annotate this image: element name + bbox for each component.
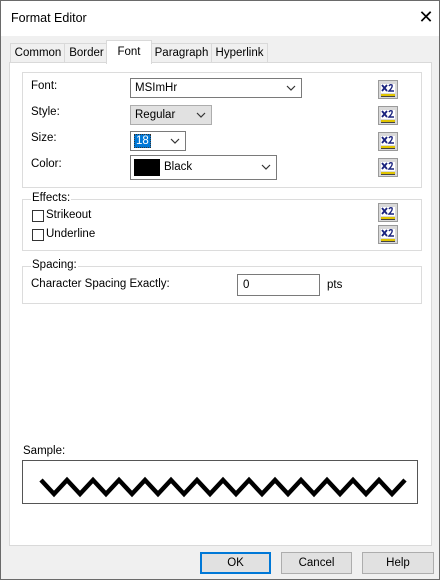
color-formula-button[interactable] xyxy=(378,158,398,177)
cancel-button[interactable]: Cancel xyxy=(281,552,352,574)
spacing-title: Spacing: xyxy=(31,259,78,271)
style-label: Style: xyxy=(31,106,60,118)
effects-group xyxy=(22,199,422,251)
color-dropdown[interactable]: Black xyxy=(130,155,277,180)
tab-hyperlink[interactable]: Hyperlink xyxy=(211,43,268,63)
style-formula-button[interactable] xyxy=(378,106,398,125)
formula-icon xyxy=(381,83,395,97)
ok-button[interactable]: OK xyxy=(200,552,271,574)
spacing-unit: pts xyxy=(327,279,343,291)
tab-font-label: Font xyxy=(117,46,141,58)
chevron-down-icon xyxy=(261,164,271,170)
formula-icon xyxy=(381,206,395,220)
close-icon: ✕ xyxy=(418,7,434,27)
window-title: Format Editor xyxy=(11,11,87,25)
tab-common[interactable]: Common xyxy=(10,43,66,63)
size-value: 18 xyxy=(134,134,151,148)
char-spacing-input[interactable]: 0 xyxy=(237,274,320,296)
size-formula-button[interactable] xyxy=(378,132,398,151)
font-dropdown[interactable]: MSImHr xyxy=(130,78,302,98)
underline-label: Underline xyxy=(46,228,96,240)
chevron-down-icon xyxy=(286,85,296,91)
size-dropdown[interactable]: 18 xyxy=(130,131,186,151)
size-label: Size: xyxy=(31,132,57,144)
font-value: MSImHr xyxy=(135,82,178,94)
font-formula-button[interactable] xyxy=(378,80,398,99)
color-swatch xyxy=(134,159,160,176)
tab-paragraph[interactable]: Paragraph xyxy=(150,43,213,63)
char-spacing-label: Character Spacing Exactly: xyxy=(31,278,170,290)
chevron-down-icon xyxy=(196,112,206,118)
formula-icon xyxy=(381,161,395,175)
formula-icon xyxy=(381,109,395,123)
sample-preview-glyphs xyxy=(39,476,407,498)
strikeout-label: Strikeout xyxy=(46,209,92,221)
strikeout-checkbox[interactable] xyxy=(32,210,44,222)
sample-preview xyxy=(22,460,418,504)
font-tab-panel: Font: MSImHr Style: Regular Size: 18 Col… xyxy=(9,62,432,546)
style-dropdown[interactable]: Regular xyxy=(130,105,212,125)
help-button[interactable]: Help xyxy=(362,552,434,574)
style-value: Regular xyxy=(135,109,176,121)
tab-common-label: Common xyxy=(14,47,62,59)
effects-title: Effects: xyxy=(31,192,72,204)
char-spacing-value: 0 xyxy=(243,279,250,291)
underline-checkbox[interactable] xyxy=(32,229,44,241)
chevron-down-icon xyxy=(170,138,180,144)
formula-icon xyxy=(381,228,395,242)
color-value: Black xyxy=(164,161,193,173)
tab-border-label: Border xyxy=(69,47,104,59)
font-label: Font: xyxy=(31,80,58,92)
color-label: Color: xyxy=(31,158,62,170)
underline-formula-button[interactable] xyxy=(378,225,398,244)
tab-border[interactable]: Border xyxy=(64,43,109,63)
tab-paragraph-label: Paragraph xyxy=(154,47,209,59)
close-button[interactable]: ✕ xyxy=(412,4,440,30)
formula-icon xyxy=(381,135,395,149)
sample-label: Sample: xyxy=(23,445,66,457)
strikeout-formula-button[interactable] xyxy=(378,203,398,222)
tab-hyperlink-label: Hyperlink xyxy=(215,47,264,59)
tab-font[interactable]: Font xyxy=(106,40,152,64)
